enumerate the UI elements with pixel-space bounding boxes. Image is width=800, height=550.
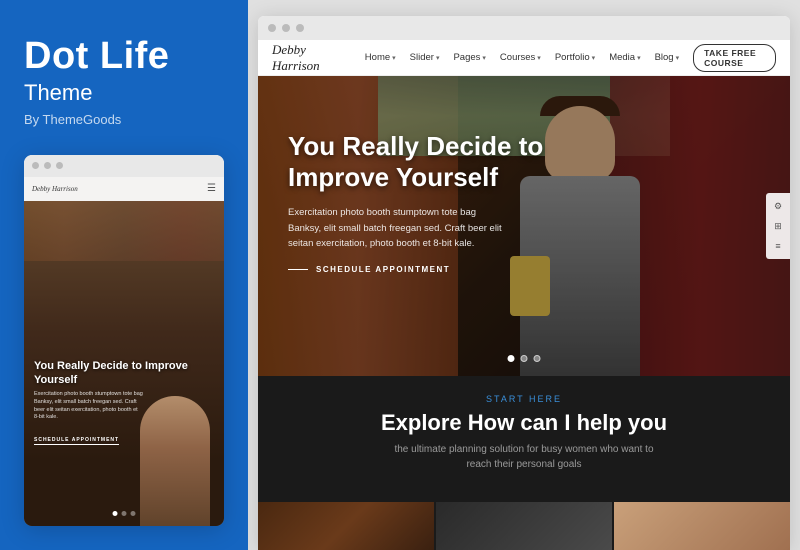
mini-dot-2 — [44, 162, 51, 169]
main-browser: Debby Harrison Home ▾ Slider ▾ Pages ▾ C… — [258, 16, 790, 550]
main-browser-content: Debby Harrison Home ▾ Slider ▾ Pages ▾ C… — [258, 40, 790, 550]
hero-sidebar-icons: ⚙ ⊞ ≡ — [766, 193, 790, 259]
mini-browser-bar — [24, 155, 224, 177]
mini-dot-slide-3[interactable] — [131, 511, 136, 516]
hero-cta[interactable]: SCHEDULE APPOINTMENT — [288, 265, 588, 274]
hero-slide-dots — [508, 355, 541, 362]
mini-cta-button[interactable]: SCHEDULE APPOINTMENT — [34, 437, 119, 445]
hero-cta-text: SCHEDULE APPOINTMENT — [316, 265, 450, 274]
section-label: START HERE — [486, 394, 562, 404]
main-browser-bar — [258, 16, 790, 40]
mini-dot-1 — [32, 162, 39, 169]
main-nav: Debby Harrison Home ▾ Slider ▾ Pages ▾ C… — [258, 40, 790, 76]
courses-arrow-icon: ▾ — [537, 54, 541, 62]
nav-item-courses[interactable]: Courses ▾ — [500, 52, 541, 63]
mini-hamburger-icon: ☰ — [207, 183, 216, 194]
theme-title: Dot Life — [24, 36, 224, 78]
bottom-img-1 — [258, 502, 434, 550]
sidebar-settings-icon[interactable]: ⚙ — [771, 199, 785, 213]
main-dot-1 — [268, 24, 276, 32]
home-arrow-icon: ▾ — [392, 54, 396, 62]
mini-dot-slide-1[interactable] — [113, 511, 118, 516]
nav-item-portfolio[interactable]: Portfolio ▾ — [555, 52, 595, 63]
hero-content: You Really Decide to Improve Yourself Ex… — [288, 131, 588, 274]
section-description: the ultimate planning solution for busy … — [384, 442, 664, 472]
main-section: START HERE Explore How can I help you th… — [258, 376, 790, 550]
hero-dot-3[interactable] — [534, 355, 541, 362]
hero-cta-line — [288, 269, 308, 270]
sidebar-list-icon[interactable]: ≡ — [771, 239, 785, 253]
main-hero: You Really Decide to Improve Yourself Ex… — [258, 76, 790, 376]
mini-logo: Debby Harrison — [32, 185, 78, 193]
theme-author: By ThemeGoods — [24, 112, 224, 127]
mini-slide-dots — [113, 511, 136, 516]
nav-item-home[interactable]: Home ▾ — [365, 52, 396, 63]
hero-dot-1[interactable] — [508, 355, 515, 362]
portfolio-arrow-icon: ▾ — [592, 54, 596, 62]
slider-arrow-icon: ▾ — [436, 54, 440, 62]
blog-arrow-icon: ▾ — [676, 54, 680, 62]
mini-hero-title: You Really Decide to Improve Yourself — [34, 360, 224, 388]
mini-hero-text: You Really Decide to Improve Yourself Ex… — [34, 360, 224, 446]
mini-browser-content: Debby Harrison ☰ You Really Decide to Im… — [24, 177, 224, 526]
left-panel: Dot Life Theme By ThemeGoods Debby Harri… — [0, 0, 248, 550]
take-free-course-button[interactable]: TAKE FREE COURSE — [693, 44, 776, 72]
mini-browser-mockup: Debby Harrison ☰ You Really Decide to Im… — [24, 155, 224, 526]
main-dot-3 — [296, 24, 304, 32]
nav-item-blog[interactable]: Blog ▾ — [655, 52, 680, 63]
main-nav-logo: Debby Harrison — [272, 42, 327, 74]
bottom-img-2 — [436, 502, 612, 550]
hero-title: You Really Decide to Improve Yourself — [288, 131, 588, 193]
theme-subtitle: Theme — [24, 80, 224, 106]
mini-dot-slide-2[interactable] — [122, 511, 127, 516]
right-panel: Debby Harrison Home ▾ Slider ▾ Pages ▾ C… — [248, 0, 800, 550]
pages-arrow-icon: ▾ — [482, 54, 486, 62]
nav-item-pages[interactable]: Pages ▾ — [453, 52, 485, 63]
section-title: Explore How can I help you — [381, 410, 667, 436]
mini-dot-3 — [56, 162, 63, 169]
bottom-img-3 — [614, 502, 790, 550]
hero-description: Exercitation photo booth stumptown tote … — [288, 205, 508, 251]
sidebar-grid-icon[interactable]: ⊞ — [771, 219, 785, 233]
nav-item-slider[interactable]: Slider ▾ — [410, 52, 440, 63]
media-arrow-icon: ▾ — [637, 54, 641, 62]
mini-nav: Debby Harrison ☰ — [24, 177, 224, 201]
nav-item-media[interactable]: Media ▾ — [609, 52, 640, 63]
main-dot-2 — [282, 24, 290, 32]
mini-hero-desc: Exercitation photo booth stumptown tote … — [34, 391, 144, 422]
bottom-images — [258, 502, 790, 550]
hero-dot-2[interactable] — [521, 355, 528, 362]
